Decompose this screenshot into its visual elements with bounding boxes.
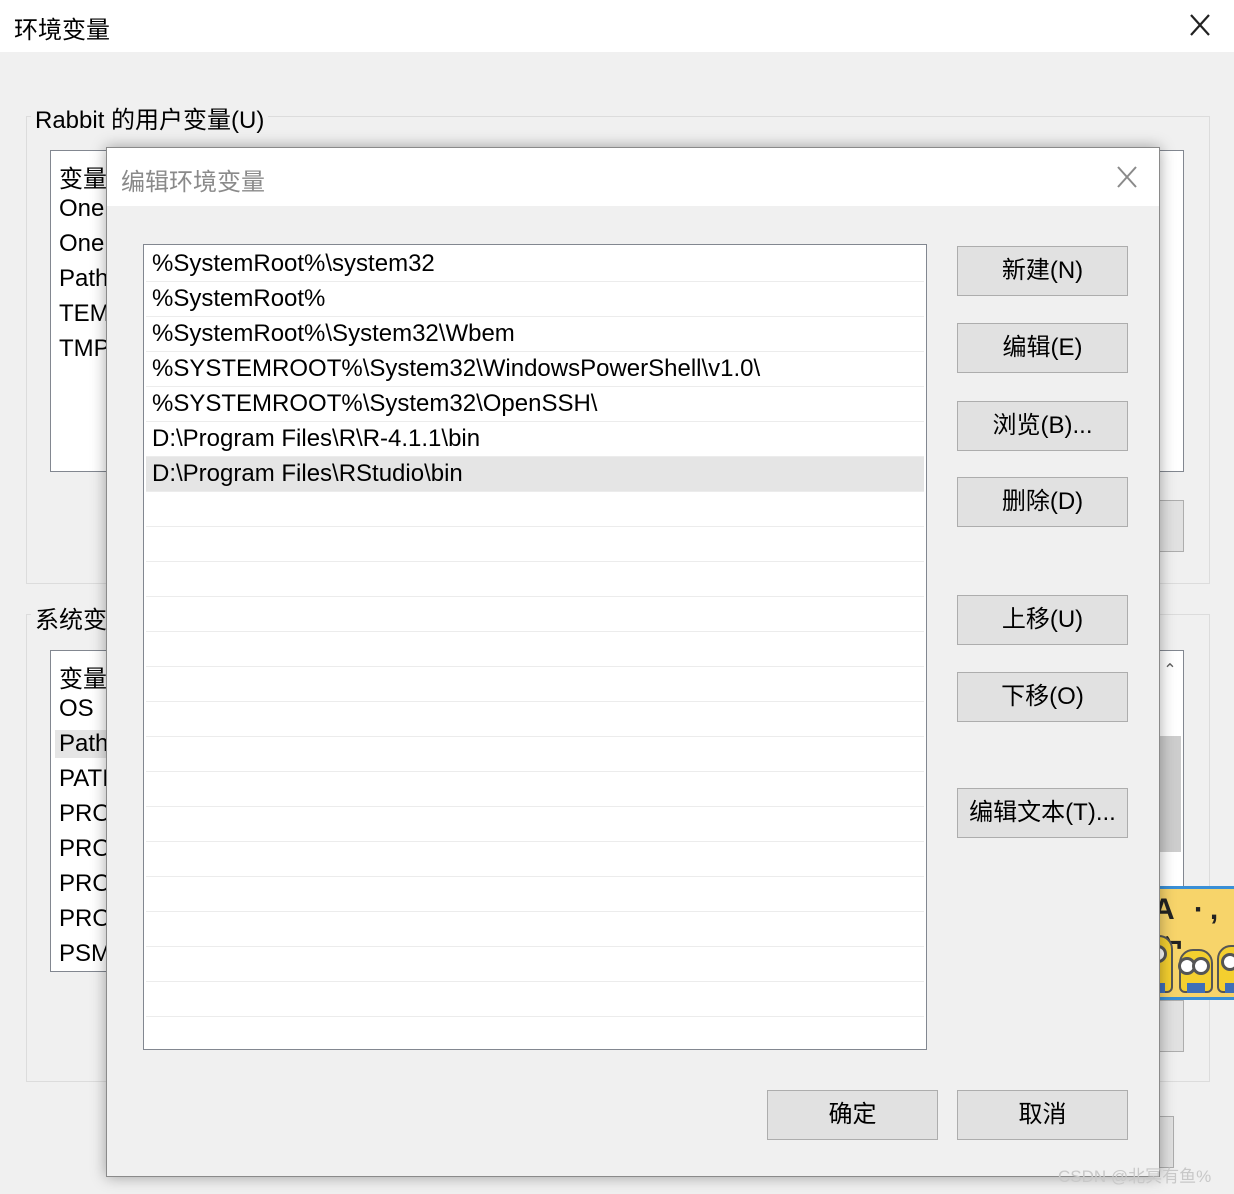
system-variable-row[interactable]: OS [59, 695, 94, 723]
ok-button[interactable]: 确定 [767, 1090, 938, 1140]
new-button[interactable]: 新建(N) [957, 246, 1128, 296]
empty-row[interactable] [146, 527, 924, 562]
empty-row[interactable] [146, 632, 924, 667]
system-variable-row[interactable]: PSM [59, 940, 111, 968]
browse-button[interactable]: 浏览(B)... [957, 401, 1128, 451]
empty-row[interactable] [146, 597, 924, 632]
path-row[interactable]: %SYSTEMROOT%\System32\WindowsPowerShell\… [146, 352, 924, 387]
outer-title-bar: 环境变量 [0, 0, 1234, 52]
user-variables-label: Rabbit 的用户变量(U) [31, 100, 269, 135]
empty-row[interactable] [146, 772, 924, 807]
path-text: D:\Program Files\RStudio\bin [152, 460, 463, 487]
scrollbar-thumb[interactable] [1160, 736, 1181, 852]
path-text: %SystemRoot%\system32 [152, 250, 435, 277]
user-variable-row[interactable]: TEM [59, 300, 110, 328]
path-row[interactable]: %SYSTEMROOT%\System32\OpenSSH\ [146, 387, 924, 422]
minion-figure [1217, 945, 1234, 993]
empty-row[interactable] [146, 877, 924, 912]
path-row-selected[interactable]: D:\Program Files\RStudio\bin [146, 457, 924, 492]
system-column-header[interactable]: 变量 [59, 659, 107, 694]
move-down-button[interactable]: 下移(O) [957, 672, 1128, 722]
user-variable-row[interactable]: Path [59, 265, 108, 293]
system-variable-row[interactable]: PRO [59, 835, 111, 863]
empty-row[interactable] [146, 912, 924, 947]
user-variable-row[interactable]: One [59, 195, 104, 223]
empty-row[interactable] [146, 737, 924, 772]
path-text: D:\Program Files\R\R-4.1.1\bin [152, 425, 481, 452]
system-variable-row[interactable]: PATI [59, 765, 109, 793]
empty-row[interactable] [146, 667, 924, 702]
path-text: %SystemRoot% [152, 285, 326, 312]
dialog-title: 编辑环境变量 [121, 169, 265, 196]
watermark: CSDN @北冥有鱼% [1058, 1167, 1212, 1186]
empty-row[interactable] [146, 562, 924, 597]
close-icon[interactable] [1107, 160, 1147, 194]
system-variable-row[interactable]: PRO [59, 870, 111, 898]
path-text: %SYSTEMROOT%\System32\OpenSSH\ [152, 390, 598, 417]
edit-text-button[interactable]: 编辑文本(T)... [957, 788, 1128, 838]
dialog-title-bar: 编辑环境变量 [107, 148, 1159, 206]
path-row[interactable]: %SystemRoot%\System32\Wbem [146, 317, 924, 352]
path-row[interactable]: D:\Program Files\R\R-4.1.1\bin [146, 422, 924, 457]
system-variables-label: 系统变 [31, 600, 111, 635]
delete-button[interactable]: 删除(D) [957, 477, 1128, 527]
user-column-header[interactable]: 变量 [59, 159, 107, 194]
empty-row[interactable] [146, 492, 924, 527]
system-variable-row[interactable]: PRO [59, 905, 111, 933]
edit-environment-variable-dialog: 编辑环境变量 %SystemRoot%\system32 %SystemRoot… [106, 147, 1160, 1177]
empty-row[interactable] [146, 842, 924, 877]
system-variable-row[interactable]: PRO [59, 800, 111, 828]
path-row[interactable]: %SystemRoot%\system32 [146, 247, 924, 282]
empty-row[interactable] [146, 702, 924, 737]
scroll-up-icon[interactable]: ⌃ [1159, 660, 1181, 680]
edit-button[interactable]: 编辑(E) [957, 323, 1128, 373]
path-text: %SystemRoot%\System32\Wbem [152, 320, 515, 347]
cancel-button[interactable]: 取消 [957, 1090, 1128, 1140]
minion-figure [1178, 949, 1213, 993]
empty-row[interactable] [146, 982, 924, 1017]
path-row[interactable]: %SystemRoot% [146, 282, 924, 317]
path-list[interactable]: %SystemRoot%\system32 %SystemRoot% %Syst… [143, 244, 927, 1050]
user-variable-row[interactable]: One [59, 230, 104, 258]
outer-window-title: 环境变量 [14, 17, 110, 44]
path-text: %SYSTEMROOT%\System32\WindowsPowerShell\… [152, 355, 761, 382]
user-variable-row[interactable]: TMP [59, 335, 110, 363]
empty-row[interactable] [146, 807, 924, 842]
close-icon[interactable] [1180, 8, 1220, 42]
empty-row[interactable] [146, 947, 924, 982]
move-up-button[interactable]: 上移(U) [957, 595, 1128, 645]
